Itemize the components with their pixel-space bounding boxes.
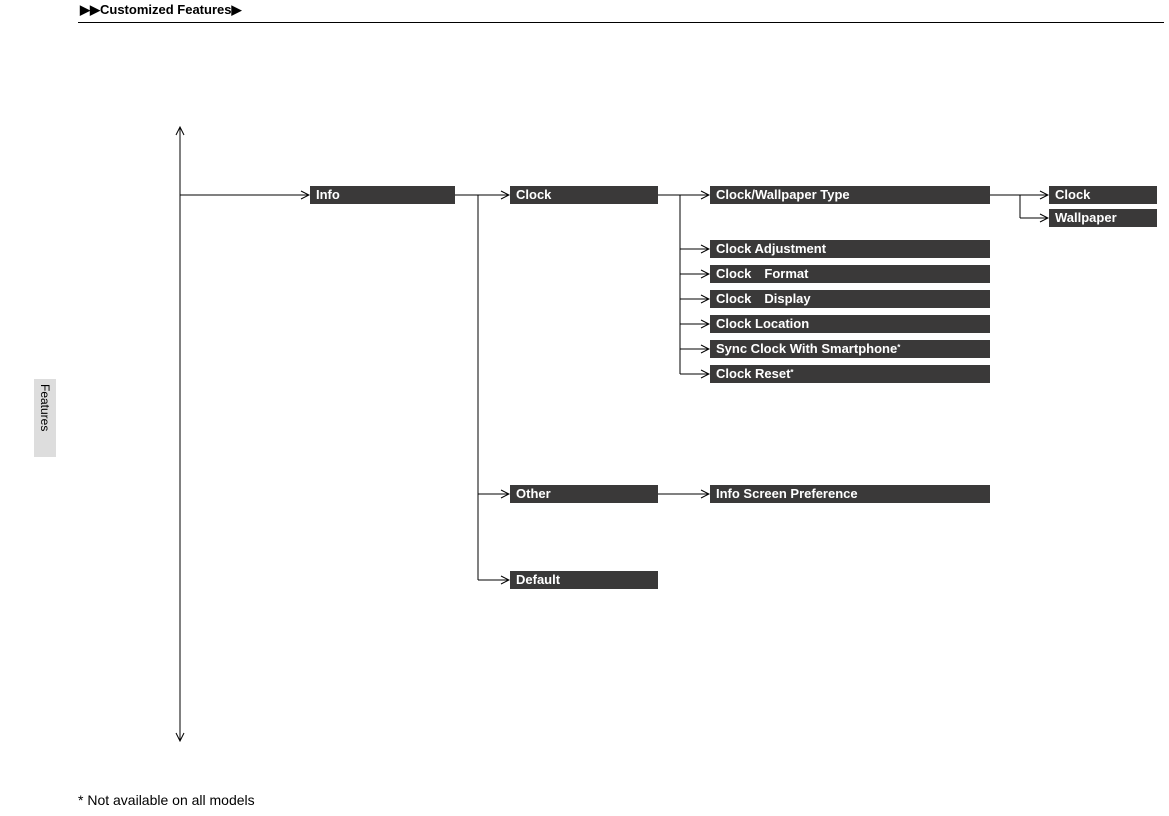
page: ▶▶Customized Features▶ Features [0,0,1169,816]
diagram-lines [0,0,1169,816]
node-info-screen-pref: Info Screen Preference [710,485,990,503]
node-sync-clock: Sync Clock With Smartphone* [710,340,990,358]
asterisk-icon: * [790,368,793,377]
node-default: Default [510,571,658,589]
node-clock-adjustment: Clock Adjustment [710,240,990,258]
node-clock-display: Clock Display [710,290,990,308]
footnote: * Not available on all models [78,792,255,808]
clock-reset-label: Clock Reset [716,366,790,381]
node-clock-location: Clock Location [710,315,990,333]
node-wallpaper: Wallpaper [1049,209,1157,227]
node-clock-format: Clock Format [710,265,990,283]
node-clock-reset: Clock Reset* [710,365,990,383]
node-clock-wallpaper-type: Clock/Wallpaper Type [710,186,990,204]
node-info: Info [310,186,455,204]
node-clock: Clock [510,186,658,204]
sync-clock-label: Sync Clock With Smartphone [716,341,897,356]
node-clock-right: Clock [1049,186,1157,204]
node-other: Other [510,485,658,503]
asterisk-icon: * [897,343,900,352]
